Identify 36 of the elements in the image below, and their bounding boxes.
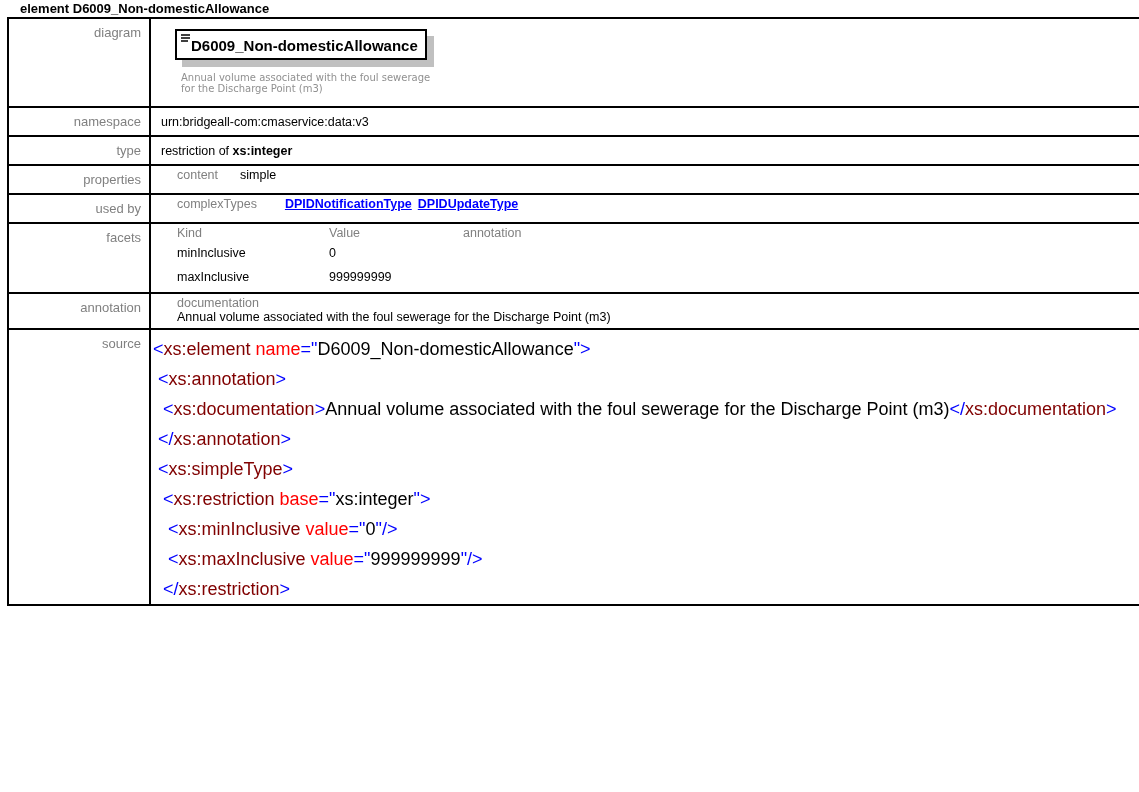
code-line: </xs:restriction> bbox=[162, 578, 292, 601]
row-label: annotation bbox=[80, 300, 141, 315]
row-label: namespace bbox=[73, 114, 141, 129]
namespace-value: urn:bridgeall-com:cmaservice:data:v3 bbox=[161, 114, 369, 129]
code-line: <xs:restriction base="xs:integer"> bbox=[162, 488, 432, 511]
page-heading: element D6009_Non-domesticAllowance bbox=[19, 0, 271, 17]
row-label: type bbox=[116, 143, 141, 158]
code-line: </xs:annotation> bbox=[157, 428, 293, 451]
table-cell-text: maxInclusive bbox=[177, 269, 251, 286]
annotation-text: Annual volume associated with the foul sewerage for the Discharge Point (m3) bbox=[177, 310, 612, 324]
row-label: source bbox=[101, 336, 141, 351]
type-link[interactable]: DPIDUpdateType bbox=[417, 197, 519, 211]
code-line: <xs:simpleType> bbox=[157, 458, 295, 481]
used-by-key: complexTypes bbox=[177, 197, 257, 211]
row-label: properties bbox=[83, 172, 141, 187]
lines-icon bbox=[181, 34, 190, 42]
table-cell-text: minInclusive bbox=[177, 245, 247, 262]
code-line: <xs:minInclusive value="0"/> bbox=[167, 518, 399, 541]
table-cell-text: 999999999 bbox=[329, 269, 393, 286]
property-value: simple bbox=[240, 168, 277, 182]
row-label: used by bbox=[95, 201, 141, 216]
type-link[interactable]: DPIDNotificationType bbox=[284, 197, 412, 211]
code-line: <xs:annotation> bbox=[157, 368, 288, 391]
row-label: facets bbox=[106, 230, 141, 245]
code-line: <xs:element name="D6009_Non-domesticAllowance"> bbox=[153, 338, 592, 362]
column-header: Kind bbox=[177, 226, 204, 240]
column-header: annotation bbox=[463, 226, 523, 240]
row-label: diagram bbox=[94, 25, 141, 40]
code-line: <xs:documentation>Annual volume associated with the foul sewerage for the Discharge Point (m3)</xs:documentation> bbox=[162, 398, 1118, 421]
column-header: Value bbox=[329, 226, 362, 240]
property-key: content bbox=[177, 168, 218, 182]
code-line: <xs:maxInclusive value="999999999"/> bbox=[167, 548, 484, 571]
table-cell-text: 0 bbox=[329, 245, 337, 262]
annotation-key: documentation bbox=[177, 296, 1139, 310]
type-value: restriction of xs:integer bbox=[161, 143, 293, 158]
diagram-annotation: Annual volume associated with the foul sewerage for the Discharge Point (m3) bbox=[181, 72, 431, 94]
